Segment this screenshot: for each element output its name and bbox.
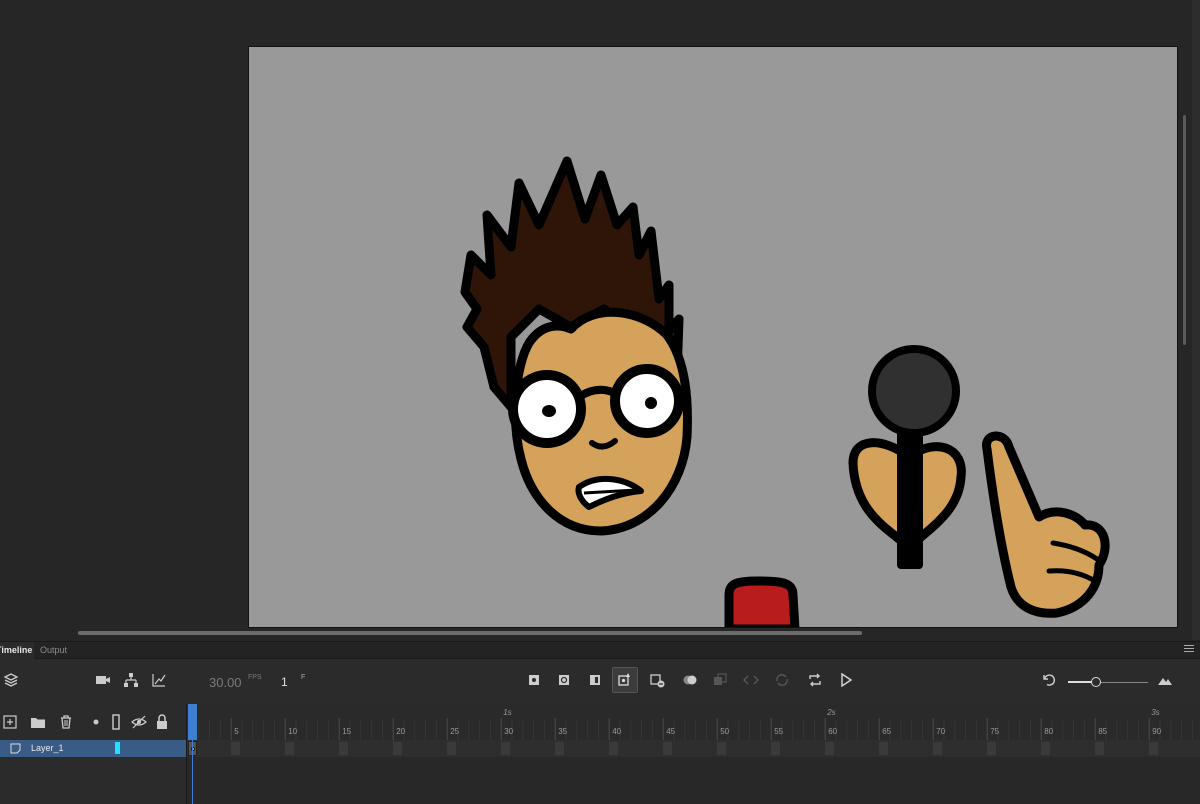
horizontal-scrollbar[interactable] bbox=[78, 631, 862, 635]
ruler-frame-label: 70 bbox=[936, 727, 946, 736]
mountain-zoom-icon[interactable] bbox=[1155, 670, 1175, 690]
ruler-second-label: 3s bbox=[1151, 708, 1160, 717]
new-layer-icon[interactable] bbox=[0, 712, 20, 732]
new-folder-icon[interactable] bbox=[28, 712, 48, 732]
frame-cell-marker bbox=[1149, 742, 1159, 755]
fps-value[interactable]: 30.00 bbox=[209, 675, 242, 690]
layer-parenting-icon[interactable] bbox=[121, 670, 141, 690]
hide-layer-icon[interactable] bbox=[129, 712, 149, 732]
microphone-handle bbox=[897, 427, 923, 569]
ruler-second-label: 2s bbox=[827, 708, 836, 717]
timeline-panel: Timeline Output 30.00 FPS 1 F bbox=[0, 641, 1200, 804]
ruler-frame-label: 75 bbox=[990, 727, 1000, 736]
layer-row[interactable]: Layer_1 bbox=[0, 740, 186, 757]
highlight-layer-icon[interactable] bbox=[86, 712, 106, 732]
tab-output[interactable]: Output bbox=[36, 642, 71, 659]
ruler-frame-label: 90 bbox=[1152, 727, 1162, 736]
pointing-hand bbox=[982, 431, 1110, 618]
frame-cell-marker bbox=[339, 742, 349, 755]
frame-cell-marker bbox=[1041, 742, 1051, 755]
frame-cell-marker bbox=[609, 742, 619, 755]
layer-name[interactable]: Layer_1 bbox=[31, 743, 64, 753]
stage-canvas[interactable] bbox=[248, 46, 1178, 628]
edit-multiple-frames-icon bbox=[710, 670, 730, 690]
tab-timeline[interactable]: Timeline bbox=[0, 642, 34, 659]
stage-area bbox=[0, 0, 1200, 640]
animate-app: Timeline Output 30.00 FPS 1 F bbox=[0, 0, 1200, 804]
ruler-second-label: 1s bbox=[503, 708, 512, 717]
insert-frame-icon[interactable] bbox=[585, 670, 605, 690]
ruler-frame-label: 15 bbox=[342, 727, 352, 736]
fit-frames-icon bbox=[741, 670, 761, 690]
play-icon[interactable] bbox=[836, 670, 856, 690]
ruler-frame-label: 40 bbox=[612, 727, 622, 736]
ruler-frame-label: 5 bbox=[234, 727, 239, 736]
frame-cell-marker bbox=[1095, 742, 1105, 755]
red-cup bbox=[724, 576, 800, 627]
outline-layer-icon[interactable] bbox=[106, 712, 126, 732]
auto-keyframe-icon[interactable] bbox=[612, 667, 638, 693]
frame-cell-marker bbox=[393, 742, 403, 755]
camera-icon[interactable] bbox=[93, 670, 113, 690]
insert-keyframe-icon[interactable] bbox=[524, 670, 544, 690]
ruler-frame-label: 30 bbox=[504, 727, 514, 736]
stage-artwork[interactable] bbox=[249, 47, 1178, 628]
ruler-frame-label: 50 bbox=[720, 727, 730, 736]
ruler-frame-label: 45 bbox=[666, 727, 676, 736]
layers-icon[interactable] bbox=[1, 670, 21, 690]
frame-ruler[interactable]: 5 10 15 20 25 30 35 40 45 50 55 60 65 70 75 80 85 90 1s 2s 3… bbox=[187, 704, 1200, 740]
frame-cell-marker bbox=[933, 742, 943, 755]
frame-row[interactable] bbox=[187, 740, 1200, 757]
loop-icon[interactable] bbox=[805, 670, 825, 690]
layer-color-swatch[interactable] bbox=[115, 742, 120, 754]
frame-cell-marker bbox=[231, 742, 241, 755]
ruler-frame-label: 80 bbox=[1044, 727, 1054, 736]
frame-cell-marker bbox=[285, 742, 295, 755]
layer-tools bbox=[0, 704, 186, 740]
frame-grid[interactable]: 5 10 15 20 25 30 35 40 45 50 55 60 65 70 75 80 85 90 1s 2s 3… bbox=[186, 704, 1200, 804]
onion-skin-icon[interactable] bbox=[680, 670, 700, 690]
frame-cell-marker bbox=[717, 742, 727, 755]
ruler-frame-label: 10 bbox=[288, 727, 298, 736]
ruler-frame-label: 25 bbox=[450, 727, 460, 736]
remove-frame-icon[interactable] bbox=[647, 670, 667, 690]
layer-type-icon bbox=[10, 743, 21, 754]
insert-blank-keyframe-icon[interactable] bbox=[554, 670, 574, 690]
timeline-zoom-knob[interactable] bbox=[1091, 677, 1101, 687]
ruler-frame-label: 20 bbox=[396, 727, 406, 736]
eye-right bbox=[645, 397, 657, 409]
panel-tabs: Timeline Output bbox=[0, 642, 1200, 659]
ruler-frame-label: 85 bbox=[1098, 727, 1108, 736]
vertical-scrollbar[interactable] bbox=[1183, 115, 1186, 345]
ruler-frame-label: 60 bbox=[828, 727, 838, 736]
sync-frames-icon bbox=[772, 670, 792, 690]
delete-icon[interactable] bbox=[56, 712, 76, 732]
timeline-controls: 30.00 FPS 1 F bbox=[0, 660, 1200, 704]
microphone-head bbox=[868, 345, 960, 437]
ruler-frame-label: 55 bbox=[774, 727, 784, 736]
lock-layer-icon[interactable] bbox=[152, 712, 172, 732]
frame-cell-marker bbox=[447, 742, 457, 755]
playhead-line bbox=[192, 740, 193, 804]
frame-cell-marker bbox=[555, 742, 565, 755]
frame-cell-marker bbox=[663, 742, 673, 755]
graph-icon[interactable] bbox=[149, 670, 169, 690]
frame-cell-marker bbox=[825, 742, 835, 755]
frame-cell-marker bbox=[987, 742, 997, 755]
fps-unit: FPS bbox=[248, 674, 262, 681]
frame-cell-marker bbox=[501, 742, 511, 755]
ruler-frame-label: 35 bbox=[558, 727, 568, 736]
ruler-frame-label: 65 bbox=[882, 727, 892, 736]
frame-cell-marker bbox=[879, 742, 889, 755]
layer-list: Layer_1 bbox=[0, 740, 186, 804]
eye-left bbox=[542, 405, 556, 417]
timeline-zoom-fill bbox=[1068, 681, 1092, 683]
properties-panel-edge bbox=[1192, 0, 1200, 640]
panel-menu-icon[interactable] bbox=[1184, 645, 1194, 655]
frame-unit: F bbox=[301, 674, 306, 681]
current-frame-value[interactable]: 1 bbox=[281, 675, 288, 689]
playhead[interactable] bbox=[188, 704, 197, 740]
frame-cell-marker bbox=[771, 742, 781, 755]
undo-icon[interactable] bbox=[1039, 670, 1059, 690]
